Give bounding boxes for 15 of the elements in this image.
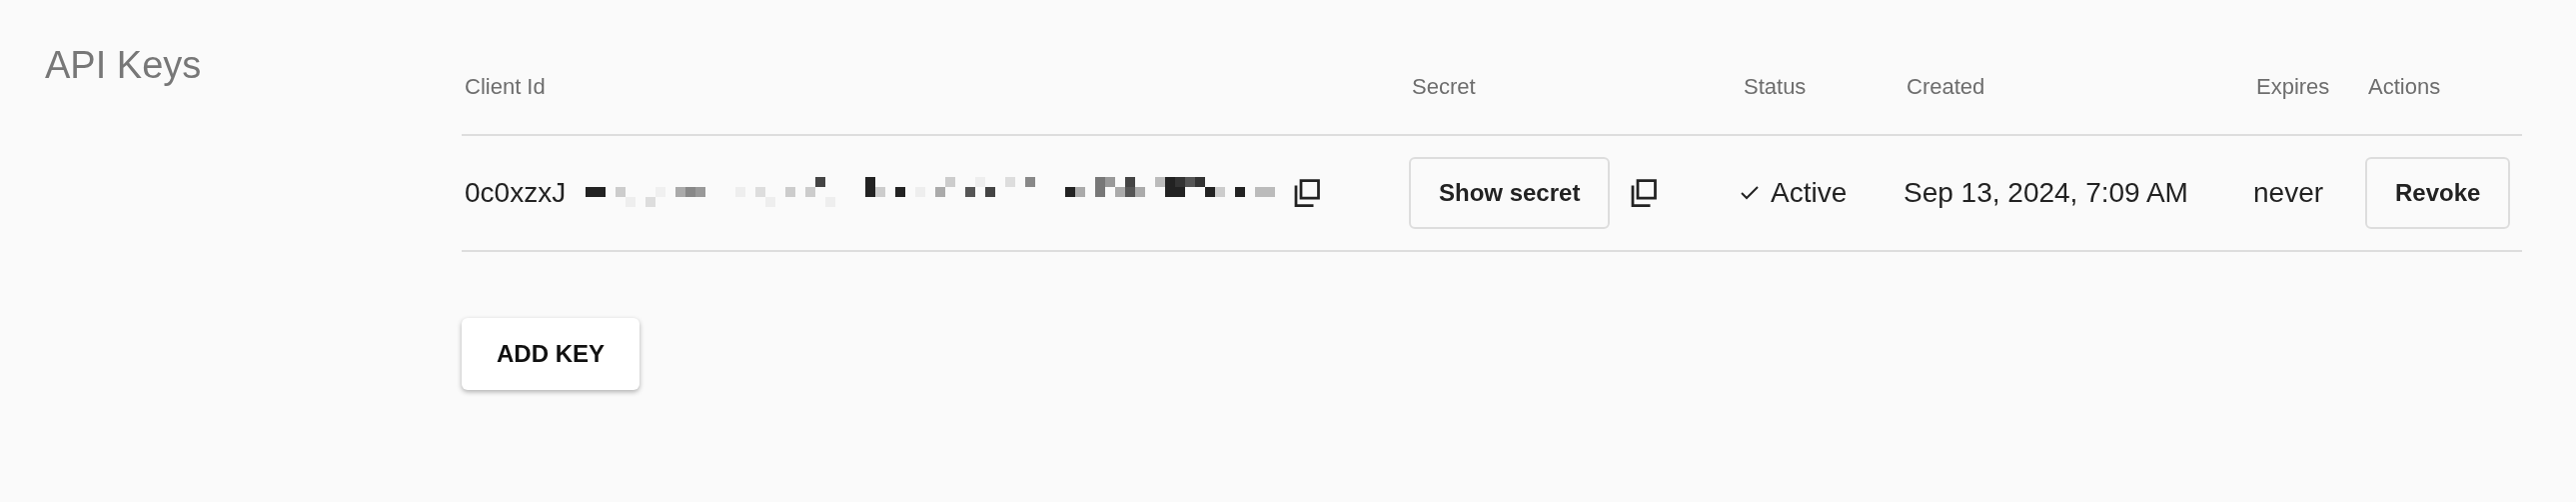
client-id: 0c0xzxJ xyxy=(465,177,567,209)
page-title: API Keys xyxy=(45,44,203,87)
column-header: Expires xyxy=(2253,70,2365,136)
check-icon xyxy=(1741,186,1759,200)
column-header: Created xyxy=(1904,70,2253,136)
revoke-button[interactable]: Revoke xyxy=(2365,157,2511,229)
expires-text: never xyxy=(2253,177,2324,209)
column-header: Status xyxy=(1741,70,1904,136)
column-header: Secret xyxy=(1409,70,1741,136)
column-header: Client Id xyxy=(462,70,1409,136)
column-header: Actions xyxy=(2365,70,2522,136)
show-secret-button[interactable]: Show secret xyxy=(1409,157,1611,229)
status-text: Active xyxy=(1771,177,1848,209)
add-key-button[interactable]: ADD KEY xyxy=(462,318,640,390)
created-date: Sep 13, 2024, 7:09 AM xyxy=(1904,177,2188,209)
